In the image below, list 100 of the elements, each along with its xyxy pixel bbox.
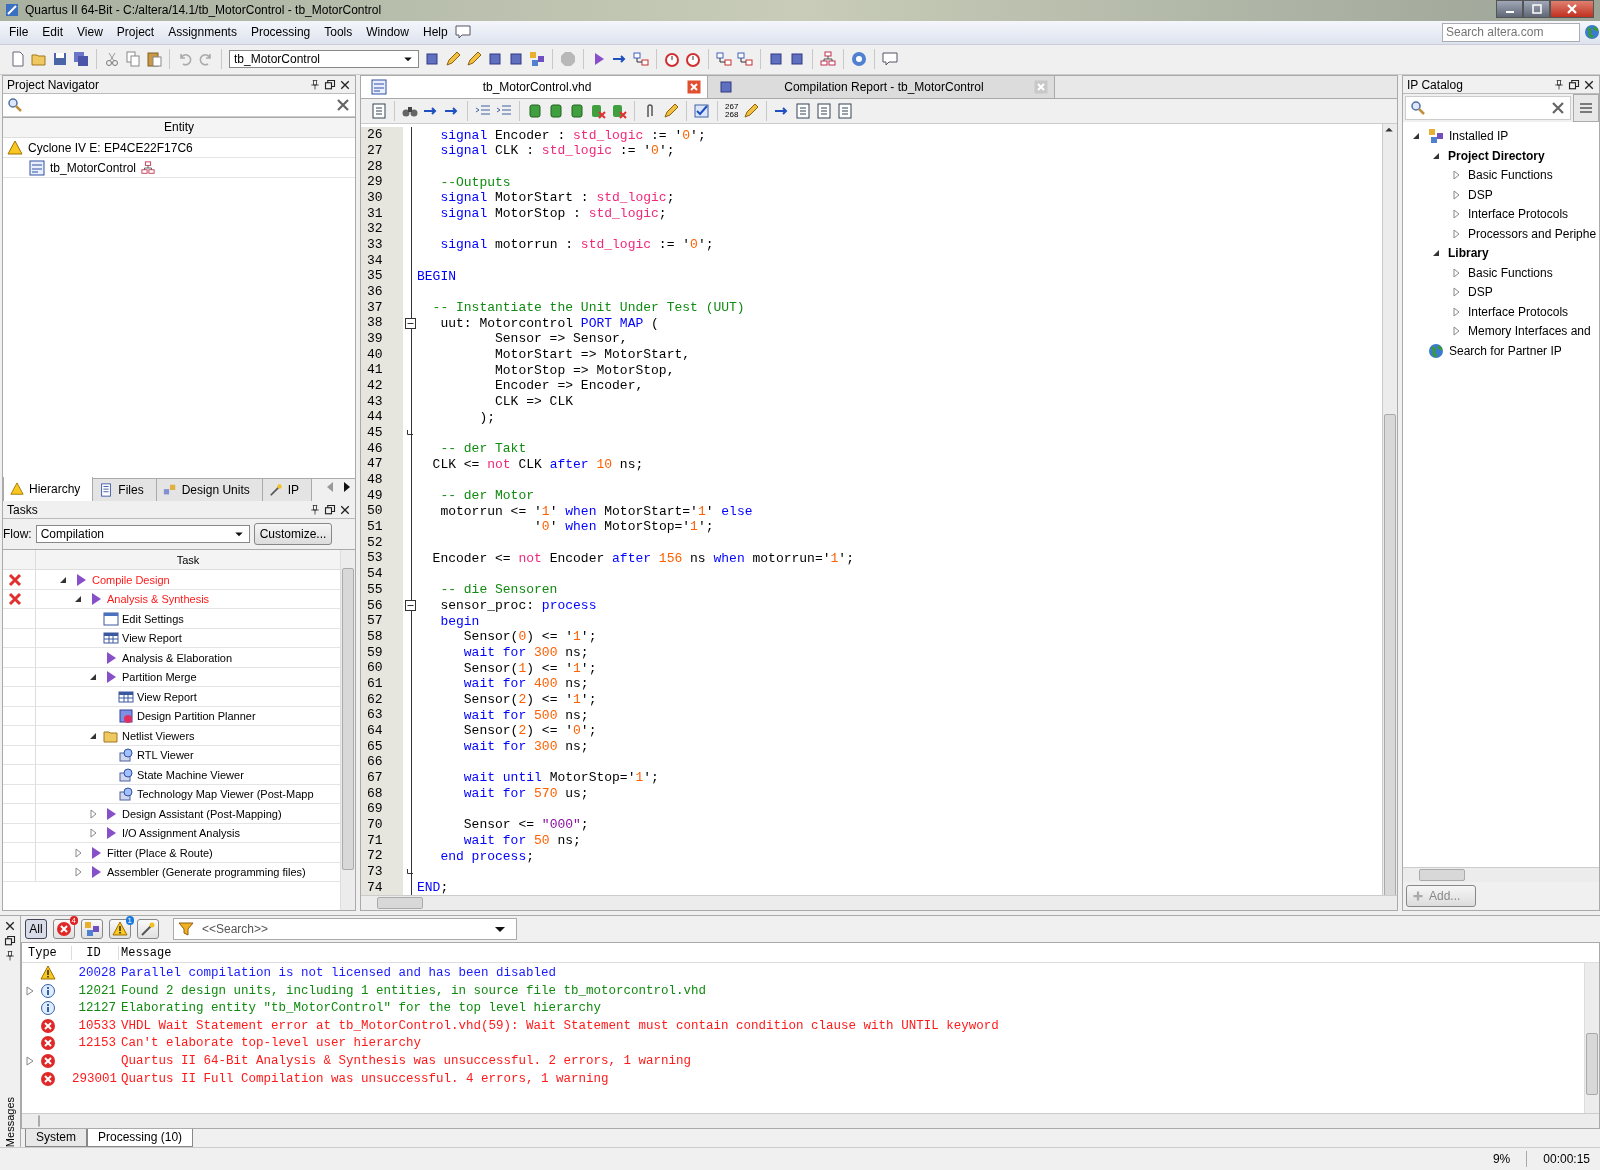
task-item[interactable]: Compile Design xyxy=(92,573,170,586)
entity-dropdown[interactable]: tb_MotorControl xyxy=(229,50,419,69)
scrollbar[interactable] xyxy=(340,550,355,911)
pencil-icon[interactable] xyxy=(466,51,482,68)
chip-icon[interactable] xyxy=(424,51,440,68)
tree-item[interactable]: Search for Partner IP xyxy=(1449,343,1562,358)
tree-item[interactable]: Processors and Periphe xyxy=(1468,226,1597,241)
message-text[interactable]: Parallel compilation is not licensed and has been disabled xyxy=(119,966,557,981)
suppressed-filter-button[interactable] xyxy=(137,919,159,940)
menu-item[interactable]: Assignments xyxy=(161,25,244,40)
close-button[interactable] xyxy=(1550,0,1594,18)
tree-item[interactable]: Project Directory xyxy=(1448,148,1545,163)
tab[interactable]: Design Units xyxy=(156,479,263,502)
chip-icon[interactable] xyxy=(768,51,784,68)
task-item[interactable]: Edit Settings xyxy=(122,612,184,625)
brush-icon[interactable] xyxy=(663,103,679,120)
close-tab-icon[interactable] xyxy=(687,80,701,95)
close-icon[interactable] xyxy=(1583,78,1595,91)
message-text[interactable]: Elaborating entity "tb_MotorControl" for the top level hierarchy xyxy=(119,1001,602,1016)
tree-arrow-icon[interactable] xyxy=(1411,131,1421,142)
message-text[interactable]: Found 2 design units, including 1 entities, in source file tb_motorcontrol.vhd xyxy=(119,983,707,998)
task-item[interactable]: State Machine Viewer xyxy=(137,768,244,781)
menu-item[interactable]: Help xyxy=(415,25,455,40)
message-text[interactable]: Quartus II Full Compilation was unsuccessful. 4 errors, 1 warning xyxy=(119,1071,609,1086)
warning-filter-button[interactable]: 1 xyxy=(109,919,131,940)
menu-item[interactable]: Edit xyxy=(35,25,71,40)
search-field[interactable]: <<Search>> xyxy=(173,918,517,941)
task-item[interactable]: View Report xyxy=(122,632,182,645)
task-item[interactable]: RTL Viewer xyxy=(137,749,194,762)
close-icon[interactable] xyxy=(4,920,16,933)
menu-item[interactable]: Processing xyxy=(243,25,318,40)
tab[interactable]: Processing (10) xyxy=(87,1129,194,1148)
tree-item[interactable]: DSP xyxy=(1468,285,1493,300)
all-filter-button[interactable]: All xyxy=(25,919,47,940)
menu-item[interactable]: View xyxy=(70,25,110,40)
task-item[interactable]: Assembler (Generate programming files) xyxy=(107,866,306,879)
search-field[interactable]: Search altera.com xyxy=(1442,22,1580,42)
restore-icon[interactable] xyxy=(324,78,336,91)
comment-icon[interactable] xyxy=(882,51,898,68)
document-icon[interactable] xyxy=(795,103,812,120)
line-number-button[interactable]: 267 268 xyxy=(725,103,739,120)
fold-toggle-icon[interactable] xyxy=(404,599,416,611)
tab[interactable]: System xyxy=(25,1129,87,1148)
scrollbar[interactable] xyxy=(1403,867,1599,883)
task-item[interactable]: Analysis & Elaboration xyxy=(122,651,233,664)
search-field[interactable] xyxy=(1405,96,1571,121)
tab[interactable]: IP xyxy=(262,479,313,502)
save-all-icon[interactable] xyxy=(73,51,89,68)
tree-arrow-icon[interactable] xyxy=(88,672,98,683)
paste-icon[interactable] xyxy=(146,51,162,68)
tree-item[interactable]: DSP xyxy=(1468,187,1493,202)
menu-button[interactable] xyxy=(1573,94,1599,123)
scrollbar[interactable] xyxy=(22,1113,1599,1129)
bookmark-icon[interactable] xyxy=(569,103,585,120)
task-item[interactable]: Design Assistant (Post-Mapping) xyxy=(122,807,282,820)
tab[interactable]: tb_MotorControl.vhd xyxy=(361,76,708,99)
message-text[interactable]: VHDL Wait Statement error at tb_MotorControl.vhd(59): Wait Statement must contain condition clause with UNTIL keyword xyxy=(119,1018,999,1033)
restore-icon[interactable] xyxy=(324,503,336,516)
tree-item[interactable]: Interface Protocols xyxy=(1468,207,1569,222)
flow-dropdown[interactable]: Compilation xyxy=(35,525,250,544)
error-filter-button[interactable]: 4 xyxy=(53,919,75,940)
remove-bookmark-icon[interactable] xyxy=(611,103,627,120)
bookmark-icon[interactable] xyxy=(548,103,564,120)
save-icon[interactable] xyxy=(52,51,68,68)
chip-icon[interactable] xyxy=(508,51,524,68)
critical-warning-filter-button[interactable] xyxy=(81,919,103,940)
task-item[interactable]: Netlist Viewers xyxy=(122,729,195,742)
close-icon[interactable] xyxy=(339,503,351,516)
tree-item[interactable]: Interface Protocols xyxy=(1468,304,1569,319)
task-item[interactable]: Partition Merge xyxy=(122,671,197,684)
message-text[interactable]: Can't elaborate top-level user hierarchy xyxy=(119,1036,422,1051)
stopwatch-icon[interactable] xyxy=(664,51,680,68)
tree-item[interactable]: Cyclone IV E: EP4CE22F17C6 xyxy=(28,140,193,155)
pin-icon[interactable] xyxy=(1553,78,1565,91)
customize-button[interactable]: Customize... xyxy=(253,523,333,546)
menu-item[interactable]: File xyxy=(2,25,36,40)
copy-icon[interactable] xyxy=(125,51,141,68)
network-icon[interactable] xyxy=(633,51,649,68)
message-text[interactable]: Quartus II 64-Bit Analysis & Synthesis was unsuccessful. 2 errors, 1 warning xyxy=(119,1054,692,1069)
network-icon[interactable] xyxy=(716,51,732,68)
expand-arrow-icon[interactable] xyxy=(26,1056,34,1066)
tab[interactable]: Compilation Report - tb_MotorControl xyxy=(708,76,1055,99)
expand-arrow-icon[interactable] xyxy=(26,986,34,996)
scrollbar[interactable] xyxy=(1584,963,1599,1114)
task-item[interactable]: Analysis & Synthesis xyxy=(107,593,210,606)
pin-icon[interactable] xyxy=(4,950,16,963)
tree-item[interactable]: tb_MotorControl xyxy=(50,160,137,175)
pin-icon[interactable] xyxy=(309,503,321,516)
scrollbar[interactable] xyxy=(361,895,1397,911)
task-item[interactable]: I/O Assignment Analysis xyxy=(122,827,240,840)
tree-arrow-icon[interactable] xyxy=(1431,248,1441,259)
maximize-button[interactable] xyxy=(1523,0,1550,18)
tree-item[interactable]: Basic Functions xyxy=(1468,168,1553,183)
tab[interactable]: Files xyxy=(93,479,157,502)
task-item[interactable]: Technology Map Viewer (Post-Mapp xyxy=(137,788,314,801)
pin-icon[interactable] xyxy=(309,78,321,91)
network-icon[interactable] xyxy=(737,51,753,68)
fold-toggle-icon[interactable] xyxy=(404,317,416,329)
tree-item[interactable]: Basic Functions xyxy=(1468,265,1553,280)
tab[interactable]: Hierarchy xyxy=(3,477,94,502)
